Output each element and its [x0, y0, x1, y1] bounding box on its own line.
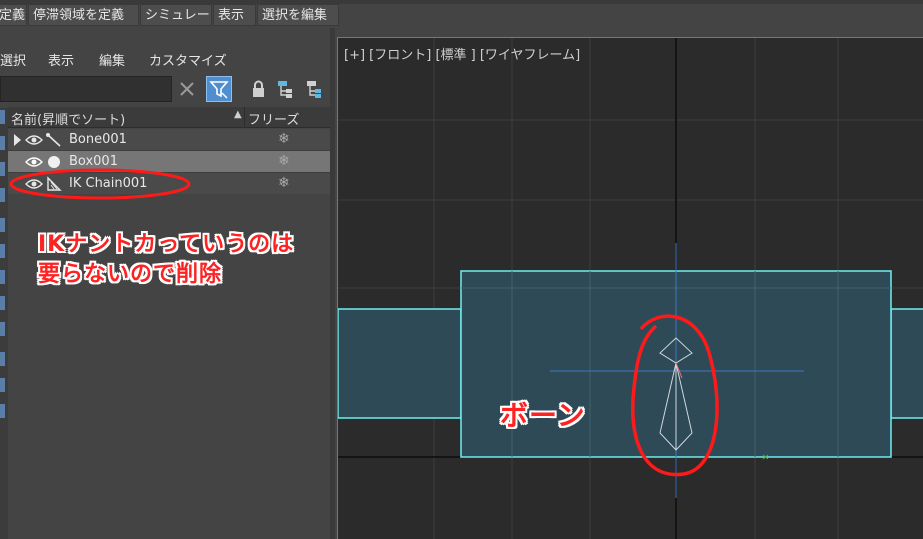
viewport-front[interactable]: [+] [フロント] [標準 ] [ワイヤフレーム] ボーン	[337, 37, 923, 539]
ik-note-line-1: IKナントカっていうのは	[38, 232, 295, 257]
box-left-wing	[338, 308, 462, 419]
viewport-grid	[338, 38, 923, 539]
box-right-wing	[890, 308, 923, 419]
bone-note: ボーン	[500, 399, 586, 432]
ik-chain-highlight-circle	[9, 168, 191, 200]
viewport-label[interactable]: [+] [フロント] [標準 ] [ワイヤフレーム]	[344, 44, 580, 63]
ik-note-line-2: 要らないので削除	[38, 262, 223, 287]
